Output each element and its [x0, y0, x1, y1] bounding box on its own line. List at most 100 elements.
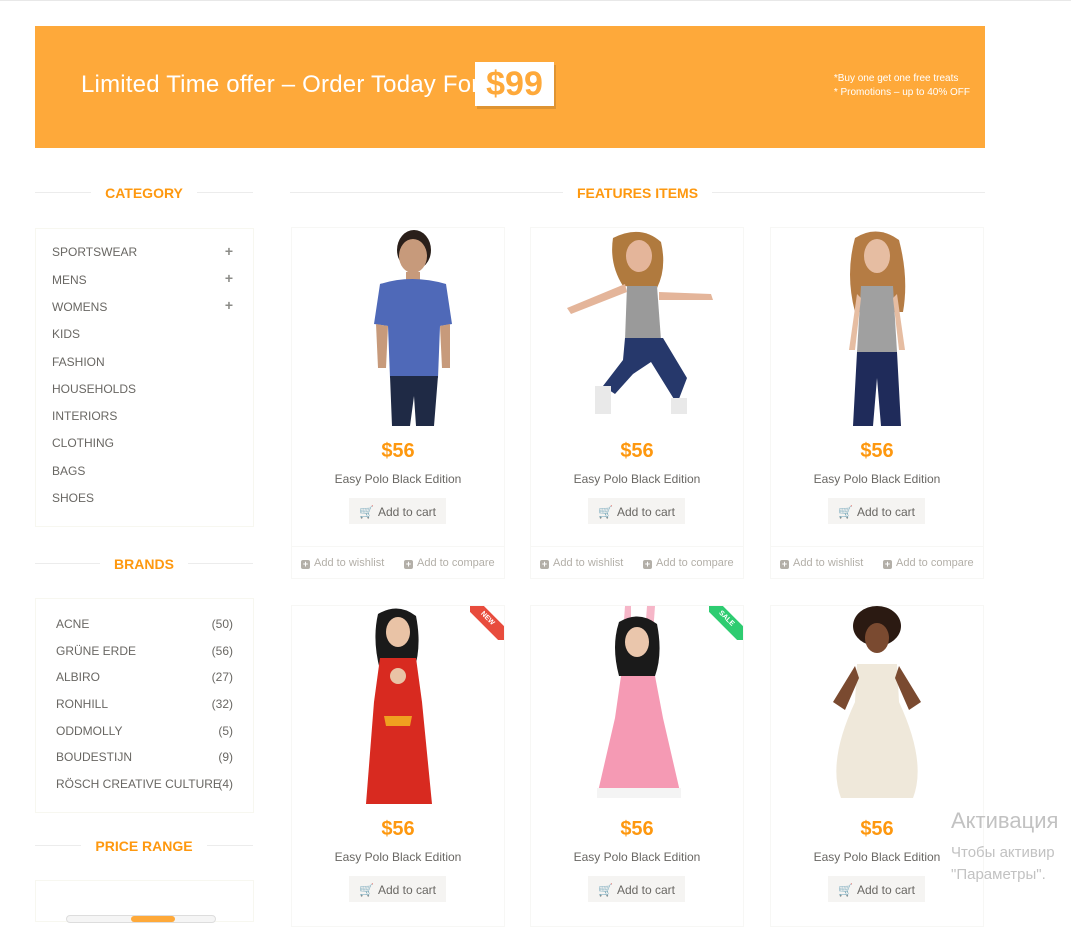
- activation-watermark-text: Чтобы активир "Параметры".: [951, 842, 1055, 886]
- wishlist-label: Add to wishlist: [553, 557, 624, 569]
- product-image-man-blue-polo[interactable]: [292, 228, 504, 426]
- compare-label: Add to compare: [417, 557, 495, 569]
- cart-icon: 🛒: [838, 883, 853, 897]
- add-to-cart-label: Add to cart: [856, 883, 915, 897]
- product-name[interactable]: Easy Polo Black Edition: [292, 472, 504, 486]
- add-to-wishlist-link[interactable]: + Add to wishlist: [780, 557, 863, 569]
- category-item-interiors[interactable]: INTERIORS: [52, 409, 117, 423]
- add-to-cart-button[interactable]: 🛒 Add to cart: [828, 876, 925, 902]
- category-item-bags[interactable]: BAGS: [52, 464, 85, 478]
- brand-count: (5): [218, 724, 233, 738]
- add-to-cart-label: Add to cart: [377, 505, 436, 519]
- expand-plus-icon[interactable]: +: [225, 243, 233, 259]
- cart-icon: 🛒: [598, 883, 613, 897]
- plus-square-icon: +: [643, 559, 652, 569]
- brand-count: (9): [218, 750, 233, 764]
- brand-count: (56): [211, 644, 233, 658]
- expand-plus-icon[interactable]: +: [225, 297, 233, 313]
- add-to-compare-link[interactable]: + Add to compare: [643, 557, 734, 569]
- product-price: $56: [620, 440, 654, 462]
- promo-banner[interactable]: Limited Time offer – Order Today For $99…: [35, 26, 985, 148]
- category-item-kids[interactable]: KIDS: [52, 327, 80, 341]
- product-card: $56 Easy Polo Black Edition 🛒 Add to cart…: [770, 227, 984, 579]
- price-range-heading: PRICE RANGE: [35, 836, 253, 856]
- cart-icon: 🛒: [359, 505, 374, 519]
- brand-item-boudestijn[interactable]: BOUDESTIJN: [56, 750, 132, 764]
- product-image-girl-standing[interactable]: [771, 228, 983, 426]
- price-slider-range[interactable]: [131, 916, 175, 922]
- plus-square-icon: +: [540, 559, 549, 569]
- add-to-cart-label: Add to cart: [616, 883, 675, 897]
- category-item-shoes[interactable]: SHOES: [52, 491, 94, 505]
- plus-square-icon: +: [780, 559, 789, 569]
- price-slider[interactable]: [66, 915, 216, 923]
- product-card: NEW $56 Easy Polo Black Edition 🛒 Add to …: [291, 605, 505, 927]
- brands-title: BRANDS: [100, 556, 188, 572]
- sale-badge-label: SALE: [709, 606, 743, 640]
- category-item-mens[interactable]: MENS: [52, 273, 87, 287]
- plus-square-icon: +: [301, 559, 310, 569]
- add-to-cart-button[interactable]: 🛒 Add to cart: [349, 876, 446, 902]
- add-to-cart-label: Add to cart: [377, 883, 436, 897]
- category-heading: CATEGORY: [35, 183, 253, 203]
- add-to-compare-link[interactable]: + Add to compare: [883, 557, 974, 569]
- add-to-cart-button[interactable]: 🛒 Add to cart: [588, 498, 685, 524]
- brands-heading: BRANDS: [35, 554, 253, 574]
- activation-watermark-title: Активация: [951, 808, 1059, 833]
- banner-price-tag: $99: [475, 62, 554, 106]
- banner-note-1: *Buy one get one free treats: [833, 73, 959, 84]
- sale-badge: SALE: [709, 606, 743, 640]
- brands-list: ACNE (50) GRÜNE ERDE (56) ALBIRO (27) RO…: [35, 598, 254, 813]
- category-item-clothing[interactable]: CLOTHING: [52, 436, 114, 450]
- category-item-womens[interactable]: WOMENS: [52, 300, 107, 314]
- cart-icon: 🛒: [838, 505, 853, 519]
- brand-item-grune-erde[interactable]: GRÜNE ERDE: [56, 644, 136, 658]
- expand-plus-icon[interactable]: +: [225, 270, 233, 286]
- product-image-white-dress[interactable]: [771, 606, 983, 804]
- product-price: $56: [860, 440, 894, 462]
- brand-item-albiro[interactable]: ALBIRO: [56, 670, 100, 684]
- compare-label: Add to compare: [896, 557, 974, 569]
- wishlist-label: Add to wishlist: [314, 557, 385, 569]
- banner-headline: Limited Time offer – Order Today For: [81, 71, 480, 98]
- banner-note-2: * Promotions – up to 40% OFF: [833, 87, 970, 98]
- new-badge-label: NEW: [470, 606, 504, 640]
- category-item-sportswear[interactable]: SPORTSWEAR: [52, 245, 137, 259]
- product-name[interactable]: Easy Polo Black Edition: [771, 472, 983, 486]
- plus-square-icon: +: [883, 559, 892, 569]
- add-to-wishlist-link[interactable]: + Add to wishlist: [540, 557, 623, 569]
- cart-icon: 🛒: [359, 883, 374, 897]
- product-card: SALE $56 Easy Polo Black Edition 🛒 Add to…: [530, 605, 744, 927]
- features-heading: FEATURES ITEMS: [290, 183, 985, 203]
- brand-item-rosch-creative-culture[interactable]: RÖSCH CREATIVE CULTURE: [56, 777, 221, 791]
- add-to-cart-button[interactable]: 🛒 Add to cart: [349, 498, 446, 524]
- product-name[interactable]: Easy Polo Black Edition: [531, 850, 743, 864]
- brand-item-oddmolly[interactable]: ODDMOLLY: [56, 724, 122, 738]
- category-item-households[interactable]: HOUSEHOLDS: [52, 382, 136, 396]
- top-divider: [0, 0, 1071, 1]
- product-card-footer: + Add to wishlist + Add to compare: [292, 546, 504, 579]
- product-image-jumping-girl[interactable]: [531, 228, 743, 426]
- product-name[interactable]: Easy Polo Black Edition: [531, 472, 743, 486]
- product-card-footer: + Add to wishlist + Add to compare: [531, 546, 743, 579]
- features-title: FEATURES ITEMS: [562, 185, 713, 201]
- product-card-footer: + Add to wishlist + Add to compare: [771, 546, 983, 579]
- add-to-cart-label: Add to cart: [616, 505, 675, 519]
- brand-count: (32): [211, 697, 233, 711]
- product-name[interactable]: Easy Polo Black Edition: [292, 850, 504, 864]
- product-price: $56: [381, 818, 415, 840]
- add-to-cart-button[interactable]: 🛒 Add to cart: [588, 876, 685, 902]
- activation-watermark-line-1: Чтобы активир: [951, 844, 1055, 861]
- add-to-wishlist-link[interactable]: + Add to wishlist: [301, 557, 384, 569]
- cart-icon: 🛒: [598, 505, 613, 519]
- brand-item-ronhill[interactable]: RONHILL: [56, 697, 108, 711]
- brand-item-acne[interactable]: ACNE: [56, 617, 89, 631]
- price-range-title: PRICE RANGE: [81, 838, 207, 854]
- product-card: $56 Easy Polo Black Edition 🛒 Add to cart…: [291, 227, 505, 579]
- add-to-compare-link[interactable]: + Add to compare: [404, 557, 495, 569]
- category-title: CATEGORY: [91, 185, 197, 201]
- product-price: $56: [620, 818, 654, 840]
- category-item-fashion[interactable]: FASHION: [52, 355, 105, 369]
- add-to-cart-button[interactable]: 🛒 Add to cart: [828, 498, 925, 524]
- price-range-panel: [35, 880, 254, 923]
